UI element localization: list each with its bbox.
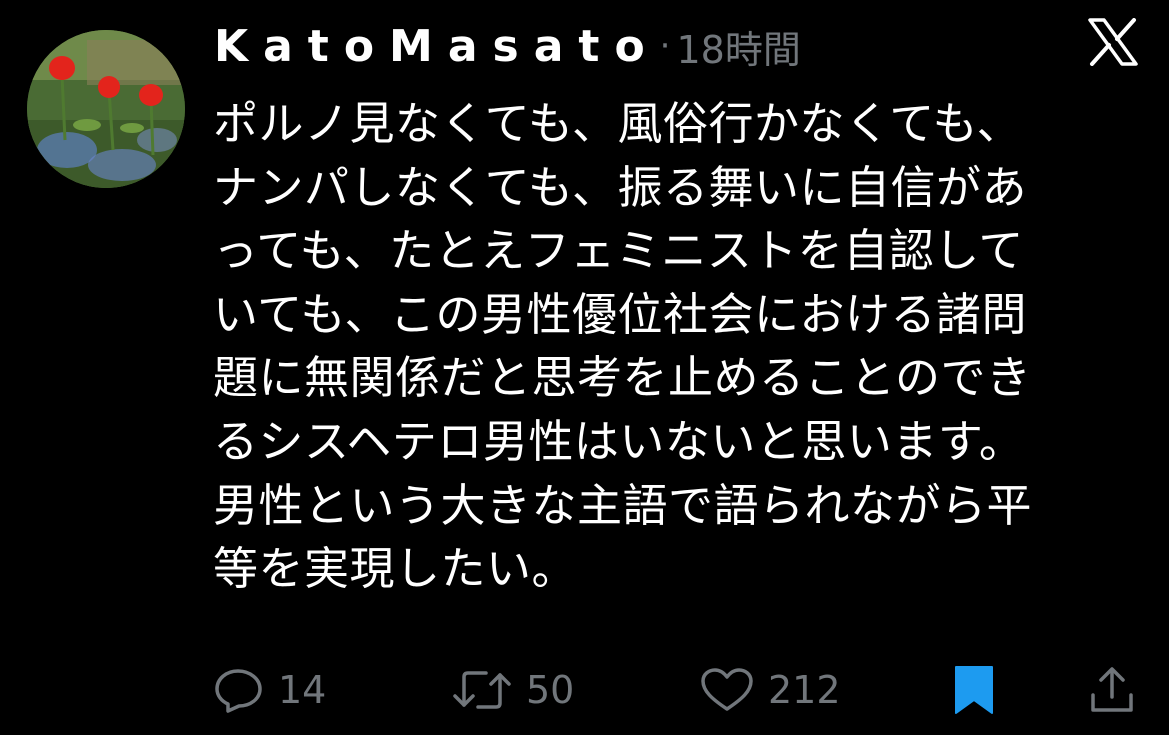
x-logo-icon[interactable] (1088, 18, 1138, 66)
share-button[interactable] (1088, 660, 1136, 720)
retweet-icon (453, 671, 511, 709)
reply-count: 14 (278, 668, 327, 712)
bookmark-button[interactable] (950, 660, 998, 720)
reply-icon (215, 669, 262, 713)
tweet-text-line: るシスヘテロ男性はいないと思います。 (213, 414, 1025, 468)
tweet-text-line: っても、たとえフェミニストを自認して (213, 224, 1024, 278)
tweet-text-line: いても、この男性優位社会における諸問 (213, 287, 1028, 341)
like-button[interactable]: 212 (700, 660, 841, 720)
tweet-text-line: 男性という大きな主語で語られながら平 (213, 478, 1033, 532)
tweet-text-line: ポルノ見なくても、風俗行かなくても、 (213, 97, 1023, 150)
tulips-avatar-image (27, 30, 185, 188)
tweet-text-line: 等を実現したい。 (213, 542, 578, 596)
author-display-name[interactable]: KatoMasato (214, 21, 660, 72)
x-logo-icon-svg (1088, 18, 1138, 66)
tweet: KatoMasato · 18時間 ポルノ見なくても、風俗行かなくても、 ナンパ… (0, 0, 1169, 735)
tweet-header: KatoMasato · 18時間 (214, 16, 801, 76)
share-icon (1091, 667, 1133, 712)
tweet-text-line: 題に無関係だと思考を止めることのでき (213, 351, 1032, 405)
tweet-text: ポルノ見なくても、風俗行かなくても、 ナンパしなくても、振る舞いに自信があ って… (213, 92, 1133, 601)
bookmark-icon (955, 666, 993, 714)
retweet-button[interactable]: 50 (452, 660, 574, 720)
retweet-count: 50 (526, 668, 575, 712)
tweet-timestamp[interactable]: 18時間 (676, 19, 800, 74)
header-separator: · (659, 26, 671, 66)
heart-icon (701, 668, 753, 711)
author-avatar[interactable] (27, 30, 185, 188)
like-count: 212 (768, 668, 841, 712)
tweet-action-bar: 14 50 212 (0, 660, 1169, 720)
tweet-text-line: ナンパしなくても、振る舞いに自信があ (213, 160, 1028, 214)
reply-button[interactable]: 14 (214, 660, 326, 720)
